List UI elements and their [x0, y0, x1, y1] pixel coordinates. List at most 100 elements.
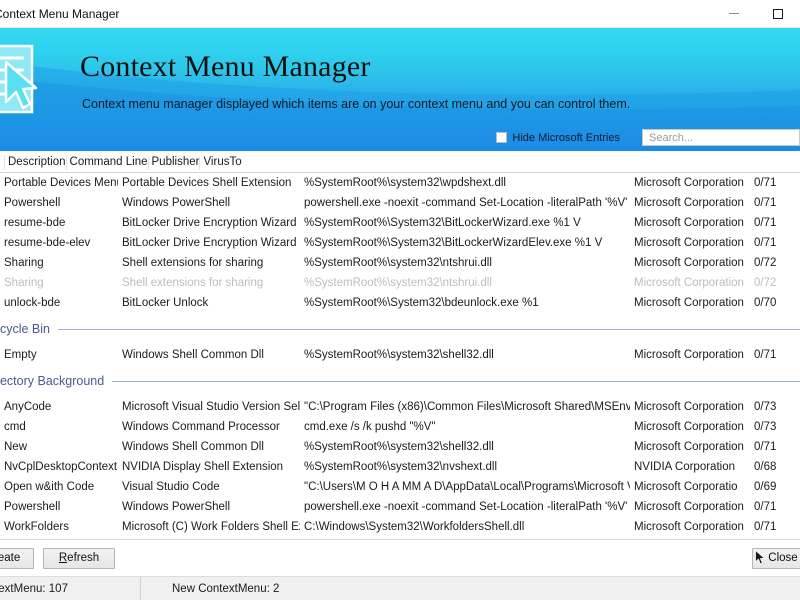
refresh-button-label-rest: efresh: [67, 552, 100, 564]
table-row[interactable]: resume-bde-elev BitLocker Drive Encryptio…: [0, 233, 800, 253]
table-row[interactable]: unlock-bde BitLocker Unlock %SystemRoot%\S…: [0, 293, 800, 313]
group-header-rule: [112, 380, 800, 382]
cell-publisher: Microsoft Corporation: [634, 177, 744, 189]
column-header-publisher[interactable]: Publisher: [147, 156, 199, 172]
window-title: Context Menu Manager: [0, 6, 120, 21]
mouse-cursor-icon: [755, 550, 766, 565]
search-box[interactable]: [642, 129, 800, 146]
table-row[interactable]: Powershell Windows PowerShell powershell.e…: [0, 193, 800, 213]
table-row[interactable]: AnyCode Microsoft Visual Studio Version S…: [0, 397, 800, 417]
cell-publisher: Microsoft Corporation: [634, 421, 744, 433]
table-row[interactable]: NvCplDesktopContext NVIDIA Display Shell …: [0, 457, 800, 477]
cell-command: %SystemRoot%\system32\shell32.dll: [304, 441, 494, 453]
cell-name: unlock-bde: [4, 297, 61, 309]
table-row[interactable]: Open w&ith Code Visual Studio Code "C:\Use…: [0, 477, 800, 497]
cell-virustotal: 0/73: [754, 401, 777, 413]
cell-publisher: Microsoft Corporation: [634, 501, 744, 513]
table-row[interactable]: Empty Windows Shell Common Dll %SystemRoot…: [0, 345, 800, 365]
cell-name: Sharing: [4, 277, 44, 289]
cell-description: NVIDIA Display Shell Extension: [122, 461, 284, 473]
cell-virustotal: 0/72: [754, 277, 777, 289]
cell-name: AnyCode: [4, 401, 52, 413]
cell-publisher: Microsoft Corporation: [634, 441, 744, 453]
cell-description: Windows PowerShell: [122, 197, 231, 209]
refresh-button[interactable]: Refresh: [43, 547, 115, 569]
cell-name: NvCplDesktopContext: [4, 461, 118, 473]
table-row[interactable]: cmd Windows Command Processor cmd.exe /s /…: [0, 417, 800, 437]
status-context-menu-count: ContextMenu: 107: [0, 582, 68, 595]
cell-publisher: Microsoft Corporation: [634, 197, 744, 209]
banner-subtitle: Context menu manager displayed which ite…: [82, 97, 631, 111]
column-header-command-line[interactable]: Command Line: [65, 156, 148, 172]
cell-description: BitLocker Unlock: [122, 297, 209, 309]
search-input[interactable]: [647, 130, 795, 145]
table-row[interactable]: New Windows Shell Common Dll %SystemRoot%\…: [0, 437, 800, 457]
cell-command: %SystemRoot%\System32\BitLockerWizard.ex…: [304, 217, 581, 229]
cell-name: Sharing: [4, 257, 44, 269]
cell-publisher: Microsoft Corporatio: [634, 481, 738, 493]
cell-command: powershell.exe -noexit -command Set-Loca…: [304, 501, 628, 513]
cell-command: %SystemRoot%\system32\wpdshext.dll: [304, 177, 506, 189]
cell-virustotal: 0/71: [754, 177, 777, 189]
cell-command: %SystemRoot%\system32\ntshrui.dll: [304, 257, 492, 269]
cell-virustotal: 0/71: [754, 441, 777, 453]
context-menu-icon: [0, 44, 38, 114]
cell-virustotal: 0/68: [754, 461, 777, 473]
action-button-bar: Create Refresh Close: [0, 539, 800, 576]
cell-command: cmd.exe /s /k pushd "%V": [304, 421, 436, 433]
table-row[interactable]: Portable Devices Menu Portable Devices Sh…: [0, 173, 800, 193]
cell-command: %SystemRoot%\system32\shell32.dll: [304, 349, 494, 361]
cell-description: Windows Shell Common Dll: [122, 349, 264, 361]
cell-name: Portable Devices Menu: [4, 177, 118, 189]
cell-description: Windows Command Processor: [122, 421, 280, 433]
cell-name: cmd: [4, 421, 26, 433]
cell-description: BitLocker Drive Encryption Wizard: [122, 237, 297, 249]
column-header-virustotal[interactable]: VirusTo: [199, 156, 242, 172]
group-header: Recycle Bin: [0, 319, 800, 339]
cell-publisher: Microsoft Corporation: [634, 257, 744, 269]
minimize-button[interactable]: [712, 0, 756, 27]
group-header-rule: [58, 328, 800, 330]
context-menu-manager-window: Context Menu Manager Context Menu Manage…: [0, 0, 800, 600]
table-row[interactable]: Sharing Shell extensions for sharing %Syst…: [0, 253, 800, 273]
cell-publisher: Microsoft Corporation: [634, 521, 744, 533]
cell-description: Visual Studio Code: [122, 481, 220, 493]
checkbox-icon[interactable]: [496, 132, 508, 143]
cell-command: C:\Windows\System32\WorkfoldersShell.dll: [304, 521, 525, 533]
cell-command: "C:\Users\M O H A MM A D\AppData\Local\P…: [304, 481, 630, 493]
table-row[interactable]: Powershell Windows PowerShell powershell.e…: [0, 497, 800, 517]
cell-publisher: Microsoft Corporation: [634, 277, 744, 289]
cell-publisher: Microsoft Corporation: [634, 401, 744, 413]
cell-publisher: Microsoft Corporation: [634, 237, 744, 249]
table-row[interactable]: WorkFolders Microsoft (C) Work Folders Sh…: [0, 517, 800, 537]
create-button[interactable]: Create: [0, 547, 34, 569]
hide-microsoft-entries-checkbox[interactable]: Hide Microsoft Entries: [496, 132, 620, 144]
group-header-label: Directory Background: [0, 374, 105, 388]
table-row[interactable]: Sharing Shell extensions for sharing %Syst…: [0, 273, 800, 293]
maximize-button[interactable]: [756, 0, 800, 27]
cell-name: resume-bde: [4, 217, 66, 229]
cell-name: Open w&ith Code: [4, 481, 95, 493]
entries-table[interactable]: Description Command Line Publisher Virus…: [0, 151, 800, 539]
cell-description: Windows Shell Common Dll: [122, 441, 264, 453]
table-header-row: Description Command Line Publisher Virus…: [0, 151, 800, 173]
cell-publisher: Microsoft Corporation: [634, 297, 744, 309]
cell-description: Shell extensions for sharing: [122, 277, 264, 289]
cell-name: Powershell: [4, 501, 61, 513]
cell-virustotal: 0/71: [754, 521, 777, 533]
cell-virustotal: 0/71: [754, 349, 777, 361]
cell-name: WorkFolders: [4, 521, 69, 533]
status-new-context-menu-count: New ContextMenu: 2: [172, 582, 280, 595]
column-header-description[interactable]: Description: [4, 156, 66, 172]
cell-name: Empty: [4, 349, 37, 361]
table-body: Portable Devices Menu Portable Devices Sh…: [0, 173, 800, 539]
cell-description: Shell extensions for sharing: [122, 257, 264, 269]
cell-virustotal: 0/72: [754, 257, 777, 269]
cell-command: powershell.exe -noexit -command Set-Loca…: [304, 197, 628, 209]
app-banner: Context Menu Manager Context menu manage…: [0, 28, 800, 124]
cell-publisher: NVIDIA Corporation: [634, 461, 735, 473]
window-controls: [712, 0, 800, 27]
table-row[interactable]: resume-bde BitLocker Drive Encryption Wiz…: [0, 213, 800, 233]
hide-microsoft-entries-label: Hide Microsoft Entries: [512, 131, 620, 144]
cell-virustotal: 0/69: [754, 481, 777, 493]
